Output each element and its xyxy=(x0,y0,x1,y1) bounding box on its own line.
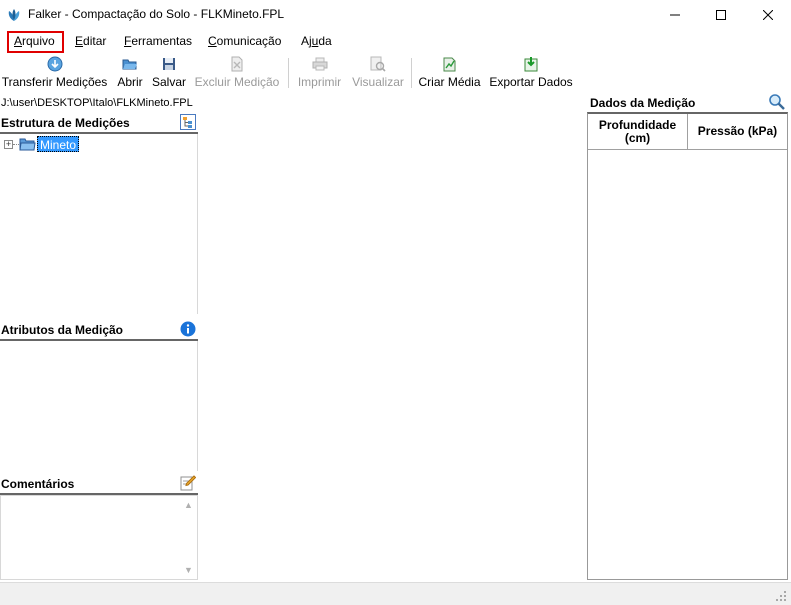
folder-icon xyxy=(19,137,36,151)
export-icon xyxy=(522,55,540,73)
tree-node-mineto[interactable]: Mineto xyxy=(37,136,80,152)
edit-note-icon[interactable] xyxy=(180,475,197,491)
save-button[interactable]: Salvar xyxy=(151,54,187,92)
minimize-button[interactable] xyxy=(652,0,698,30)
info-icon[interactable] xyxy=(180,321,196,337)
save-label: Salvar xyxy=(151,75,186,89)
structure-panel-header: Estrutura de Medições xyxy=(0,112,198,134)
maximize-button[interactable] xyxy=(698,0,744,30)
open-button[interactable]: Abrir xyxy=(114,54,146,92)
print-label: Imprimir xyxy=(297,75,342,89)
delete-document-icon xyxy=(228,55,246,73)
scroll-up-icon[interactable]: ▲ xyxy=(183,501,194,510)
toolbar-separator xyxy=(288,58,289,88)
window-title: Falker - Compactação do Solo - FLKMineto… xyxy=(28,7,285,21)
transfer-icon xyxy=(46,55,64,73)
falker-app-icon xyxy=(6,7,22,23)
transfer-label: Transferir Medições xyxy=(1,75,108,89)
file-path: J:\user\DESKTOP\Italo\FLKMineto.FPL xyxy=(1,97,193,109)
print-button[interactable]: Imprimir xyxy=(295,54,344,92)
average-icon xyxy=(441,55,459,73)
preview-button[interactable]: Visualizar xyxy=(352,54,404,92)
attributes-panel-body xyxy=(0,341,198,471)
transfer-button[interactable]: Transferir Medições xyxy=(1,54,108,92)
delete-measurement-label: Excluir Medição xyxy=(194,75,280,89)
menu-ajuda[interactable]: Ajuda xyxy=(301,34,332,48)
tree-view-icon[interactable] xyxy=(180,114,196,130)
comments-panel-title: Comentários xyxy=(1,477,75,491)
data-grid[interactable]: Profundidade (cm) Pressão (kPa) xyxy=(587,112,788,580)
menu-bar: Arquivo Editar Ferramentas Comunicação A… xyxy=(0,30,791,52)
status-bar xyxy=(0,582,791,605)
open-label: Abrir xyxy=(117,75,143,89)
preview-label: Visualizar xyxy=(352,75,404,89)
data-grid-header: Profundidade (cm) Pressão (kPa) xyxy=(588,114,787,150)
create-average-label: Criar Média xyxy=(418,75,481,89)
menu-editar[interactable]: Editar xyxy=(75,34,106,48)
close-icon xyxy=(763,10,773,20)
export-data-label: Exportar Dados xyxy=(489,75,573,89)
open-folder-icon xyxy=(121,55,139,73)
comments-panel-header: Comentários xyxy=(0,473,198,495)
comments-textarea[interactable] xyxy=(0,495,198,580)
attributes-panel-header: Atributos da Medição xyxy=(0,319,198,341)
menu-ferramentas[interactable]: Ferramentas xyxy=(124,34,192,48)
create-average-button[interactable]: Criar Média xyxy=(418,54,481,92)
preview-icon xyxy=(369,55,387,73)
comments-scrollbar[interactable]: ▲ ▼ xyxy=(180,496,197,579)
column-header-profundidade[interactable]: Profundidade (cm) xyxy=(588,114,688,149)
delete-measurement-button[interactable]: Excluir Medição xyxy=(194,54,280,92)
toolbar-separator xyxy=(411,58,412,88)
menu-comunicacao[interactable]: Comunicação xyxy=(208,34,281,48)
close-button[interactable] xyxy=(745,0,791,30)
maximize-icon xyxy=(716,10,726,20)
structure-tree xyxy=(0,134,198,314)
scroll-down-icon[interactable]: ▼ xyxy=(183,566,194,575)
resize-grip-icon[interactable] xyxy=(775,590,787,602)
tree-expand-icon[interactable]: + xyxy=(4,140,13,149)
magnifier-icon[interactable] xyxy=(768,93,786,111)
structure-panel-title: Estrutura de Medições xyxy=(1,116,130,130)
data-panel-title: Dados da Medição xyxy=(590,96,696,110)
export-data-button[interactable]: Exportar Dados xyxy=(489,54,573,92)
column-header-pressao[interactable]: Pressão (kPa) xyxy=(688,114,787,149)
save-icon xyxy=(160,55,178,73)
printer-icon xyxy=(311,55,329,73)
minimize-icon xyxy=(670,14,680,16)
attributes-panel-title: Atributos da Medição xyxy=(1,323,124,337)
toolbar: Transferir Medições Abrir Salvar Excluir… xyxy=(0,54,791,92)
menu-arquivo-highlight xyxy=(7,31,64,53)
